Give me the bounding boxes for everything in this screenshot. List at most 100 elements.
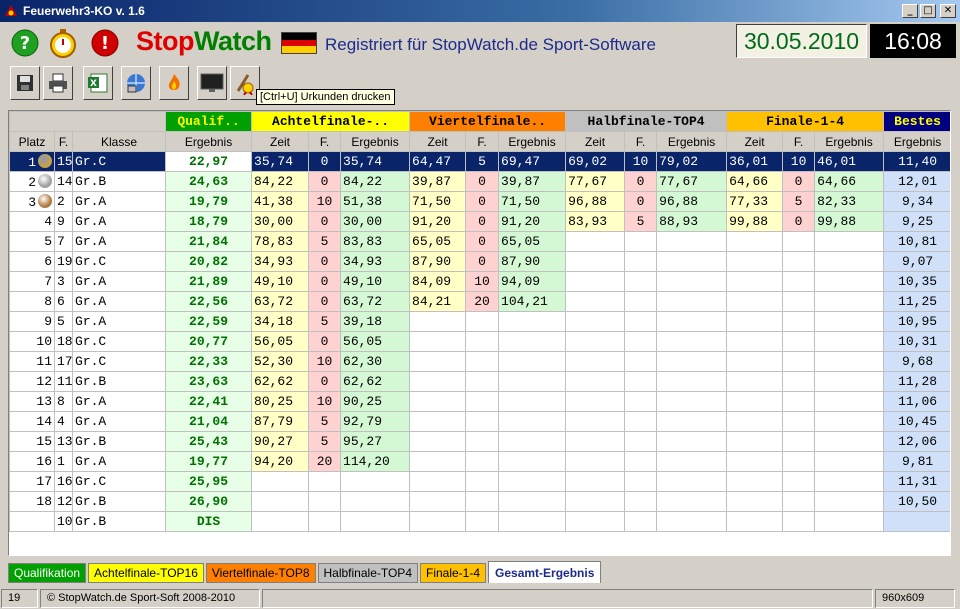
cell-achtel-fault: 0 (308, 371, 342, 392)
cell-viertel-fault (465, 411, 500, 432)
header-bestes-ergebnis[interactable]: Ergebnis (883, 131, 950, 152)
header-achtel-zeit[interactable]: Zeit (251, 131, 310, 152)
header-halb-ergebnis[interactable]: Ergebnis (656, 131, 728, 152)
cell-text: 114,20 (343, 454, 390, 469)
cell-text: 0 (478, 194, 486, 209)
header-achtel-f[interactable]: F. (308, 131, 342, 152)
cell-text: 0 (320, 254, 329, 269)
header-qual-ergebnis[interactable]: Ergebnis (165, 131, 253, 152)
header-achtel-ergebnis[interactable]: Ergebnis (340, 131, 411, 152)
excel-export-button[interactable]: X (83, 66, 113, 100)
cell-halb-time (565, 391, 626, 412)
cell-final-time: 99,88 (726, 211, 784, 232)
cell-viertel-time (409, 371, 467, 392)
cell-final-fault (782, 371, 816, 392)
cell-viertel-time: 84,21 (409, 291, 467, 312)
stopwatch-icon[interactable] (48, 28, 78, 58)
table-row[interactable]: 2 14 Gr.B 24,63 84,22 0 84,22 39,87 0 39,87 77,67 0… (9, 171, 950, 192)
cell-text: 20 (474, 294, 490, 309)
cell-achtel-result: 39,18 (340, 311, 411, 332)
table-row[interactable]: 10 18 Gr.C 20,77 56,05 0 56,05 10,31 (9, 331, 950, 352)
cell-qual-result: 24,63 (165, 171, 253, 192)
cell-achtel-result: 51,38 (340, 191, 411, 212)
tab-gesamt-ergebnis[interactable]: Gesamt-Ergebnis (488, 561, 602, 583)
table-row[interactable]: 6 19 Gr.C 20,82 34,93 0 34,93 87,90 0 87,90 9,07 (9, 251, 950, 272)
header-final-ergebnis[interactable]: Ergebnis (814, 131, 885, 152)
table-row[interactable]: 5 7 Gr.A 21,84 78,83 5 83,83 65,05 0 65,05 10,81 (9, 231, 950, 252)
cell-halb-result: 79,02 (656, 151, 728, 172)
header-platz[interactable]: Platz (9, 131, 55, 152)
cell-text: 6 (57, 294, 65, 309)
table-row[interactable]: 14 4 Gr.A 21,04 87,79 5 92,79 10,45 (9, 411, 950, 432)
tab-achtelfinale-top16[interactable]: Achtelfinale-TOP16 (88, 563, 204, 583)
table-row[interactable]: 4 9 Gr.A 18,79 30,00 0 30,00 91,20 0 91,20 83,93 5 8… (9, 211, 950, 232)
header-viertel-zeit[interactable]: Zeit (409, 131, 467, 152)
tab-viertelfinale-top8[interactable]: Viertelfinale-TOP8 (205, 563, 316, 583)
table-row[interactable]: 18 12 Gr.B 26,90 10,50 (9, 491, 950, 512)
cell-text: 39,18 (343, 314, 383, 329)
tab-finale-1-4[interactable]: Finale-1-4 (420, 563, 487, 583)
cell-halb-time (565, 251, 626, 272)
cell-text: 12,01 (898, 174, 938, 189)
header-viertel-f[interactable]: F. (465, 131, 500, 152)
cell-text: 10,81 (898, 234, 938, 249)
table-row[interactable]: 9 5 Gr.A 22,59 34,18 5 39,18 10,95 (9, 311, 950, 332)
save-button[interactable] (10, 66, 40, 100)
header-f[interactable]: F. (54, 131, 73, 152)
cell-text: 0 (320, 374, 329, 389)
cell-text: 34,18 (254, 314, 294, 329)
header-final-zeit[interactable]: Zeit (726, 131, 784, 152)
table-row[interactable]: 17 16 Gr.C 25,95 11,31 (9, 471, 950, 492)
table-row[interactable]: 12 11 Gr.B 23,63 62,62 0 62,62 11,28 (9, 371, 950, 392)
print-button[interactable] (43, 66, 73, 100)
monitor-button[interactable] (197, 66, 227, 100)
close-button[interactable]: ✕ (940, 4, 956, 18)
cell-viertel-result: 94,09 (498, 271, 567, 292)
table-row[interactable]: 7 3 Gr.A 21,89 49,10 0 49,10 84,09 10 94,09 10,35 (9, 271, 950, 292)
tab-qualifikation[interactable]: Qualifikation (8, 563, 87, 583)
header-final-f[interactable]: F. (782, 131, 816, 152)
cell-text: 83,83 (343, 234, 383, 249)
cell-text: 13 (57, 434, 73, 449)
cell-viertel-fault (465, 351, 500, 372)
cell-text: 9,68 (901, 354, 934, 369)
cell-text: 24,63 (189, 174, 229, 189)
stop-icon[interactable]: ! (90, 28, 120, 58)
cell-text: 5 (320, 314, 329, 329)
cell-achtel-fault: 0 (308, 251, 342, 272)
maximize-button[interactable]: □ (920, 4, 936, 18)
cell-qual-result: 21,89 (165, 271, 253, 292)
cell-halb-fault: 10 (624, 151, 658, 172)
table-row[interactable]: 10 Gr.B DIS (9, 511, 950, 532)
cell-text: 77,67 (659, 174, 699, 189)
svg-text:X: X (90, 79, 97, 89)
help-icon[interactable]: ? (10, 28, 40, 58)
cell-viertel-result: 71,50 (498, 191, 567, 212)
table-row[interactable]: 16 1 Gr.A 19,77 94,20 20 114,20 9,81 (9, 451, 950, 472)
cell-text: 6 (44, 254, 52, 269)
cell-text: 90,25 (343, 394, 383, 409)
tab-halbfinale-top4[interactable]: Halbfinale-TOP4 (317, 563, 418, 583)
table-row[interactable]: 15 13 Gr.B 25,43 90,27 5 95,27 12,06 (9, 431, 950, 452)
header-halb-f[interactable]: F. (624, 131, 658, 152)
cell-achtel-fault: 10 (308, 391, 342, 412)
table-row[interactable]: 1 15 Gr.C 22,97 35,74 0 35,74 64,47 5 69,47 69,02 1… (9, 151, 950, 172)
network-button[interactable] (121, 66, 151, 100)
cell-text: 10,45 (898, 414, 938, 429)
fire-button[interactable] (159, 66, 189, 100)
table-row[interactable]: 3 2 Gr.A 19,79 41,38 10 51,38 71,50 0 71,50 96,88 0… (9, 191, 950, 212)
results-grid[interactable]: Qualif.. Achtelfinale-.. Viertelfinale..… (8, 110, 951, 556)
header-halb-zeit[interactable]: Zeit (565, 131, 626, 152)
table-row[interactable]: 13 8 Gr.A 22,41 80,25 10 90,25 11,06 (9, 391, 950, 412)
cell-final-time: 64,66 (726, 171, 784, 192)
cell-text: Gr.A (75, 214, 107, 229)
header-klasse[interactable]: Klasse (71, 131, 167, 152)
cell-final-result (814, 351, 885, 372)
cell-best-result: 10,35 (883, 271, 950, 292)
header-viertel-ergebnis[interactable]: Ergebnis (498, 131, 567, 152)
table-row[interactable]: 8 6 Gr.A 22,56 63,72 0 63,72 84,21 20 104,21 11,25 (9, 291, 950, 312)
cell-final-result (814, 511, 885, 532)
table-row[interactable]: 11 17 Gr.C 22,33 52,30 10 62,30 9,68 (9, 351, 950, 372)
minimize-button[interactable]: _ (902, 4, 918, 18)
app-header: ? ! StopWatch Registriert für StopWatch.… (0, 22, 960, 62)
